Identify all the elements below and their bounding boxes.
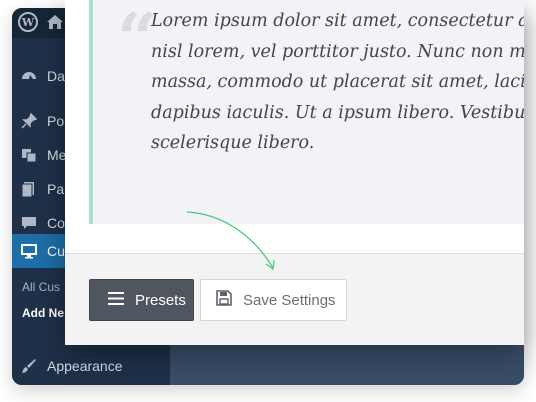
sidebar-item-label: Appearance [47,358,123,374]
submenu-add-new[interactable]: Add Ne [22,306,64,320]
quote-text: Lorem ipsum dolor sit amet, consectetur … [151,11,524,153]
floppy-disk-icon [216,290,232,310]
sidebar-item-label: Pa [47,181,65,197]
sidebar-item-label: Cu [47,243,65,259]
save-settings-button[interactable]: Save Settings [200,279,347,321]
preview-area: “ Lorem ipsum dolor sit amet, consectetu… [65,0,524,254]
menu-icon [108,291,124,309]
wordpress-logo-icon[interactable]: W [18,12,38,32]
paintbrush-icon [19,356,39,376]
home-icon[interactable] [46,14,64,30]
dashboard-icon [19,66,39,86]
pin-icon [19,111,39,131]
submenu-all-customizations[interactable]: All Cus [22,280,60,294]
sidebar-item-label: Me [47,147,67,163]
sidebar-item-label: Da [47,68,65,84]
sidebar-item-appearance[interactable]: Appearance [12,347,170,385]
presets-label: Presets [135,291,186,309]
customize-icon [19,241,39,261]
presets-button[interactable]: Presets [89,279,194,321]
save-settings-label: Save Settings [243,291,336,309]
comments-icon [19,213,39,233]
arrow-pointer-icon [186,211,275,271]
sidebar-item-label: Po [47,113,65,129]
sidebar-item-label: Co [47,215,65,231]
customizer-panel: “ Lorem ipsum dolor sit amet, consectetu… [65,0,524,345]
pages-icon [19,179,39,199]
media-icon [19,145,39,165]
